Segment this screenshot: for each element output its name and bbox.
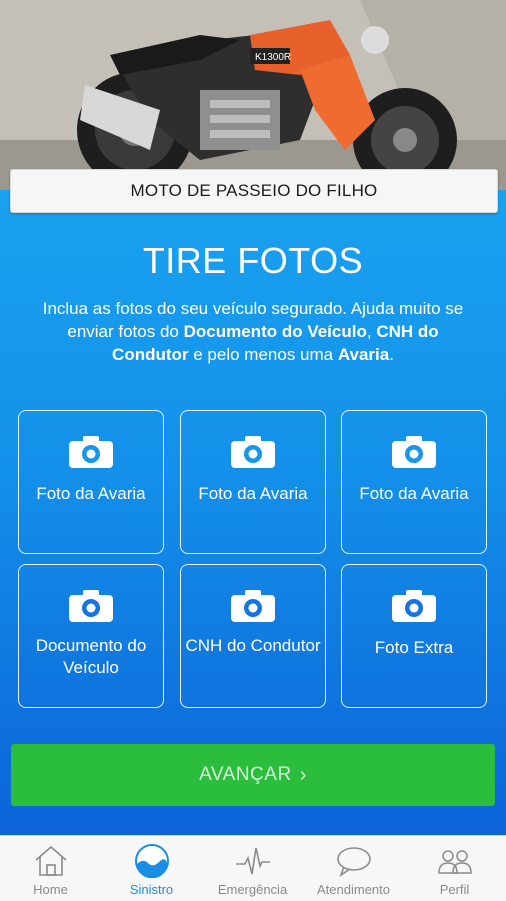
tab-label: Perfil (439, 882, 470, 897)
page-title: TIRE FOTOS (142, 240, 364, 281)
wave-icon (134, 844, 169, 878)
photo-card-avaria-3[interactable]: Foto da Avaria (341, 410, 487, 554)
home-icon (34, 845, 67, 876)
tab-label: Home (33, 882, 68, 897)
photo-card-label: Documento do Veículo (35, 636, 147, 677)
tab-label: Sinistro (129, 882, 174, 897)
photo-card-label: Foto da Avaria (198, 484, 308, 503)
camera-icon (392, 590, 436, 622)
bottom-tab-bar: Home Sinistro Emergência Atendimento Per… (0, 835, 506, 901)
camera-icon (69, 590, 113, 622)
tab-atendimento[interactable]: Atendimento (303, 836, 404, 901)
tab-home[interactable]: Home (0, 836, 101, 901)
photo-card-label: CNH do Condutor (185, 636, 321, 655)
tab-label: Atendimento (317, 882, 390, 897)
photo-card-cnh[interactable]: CNH do Condutor (180, 564, 326, 708)
camera-icon (231, 436, 275, 468)
photo-card-avaria-1[interactable]: Foto da Avaria (18, 410, 164, 554)
tab-sinistro[interactable]: Sinistro (101, 836, 202, 901)
vehicle-name-bar[interactable]: MOTO DE PASSEIO DO FILHO (10, 169, 498, 213)
camera-icon (231, 590, 275, 622)
tab-emergencia[interactable]: Emergência (202, 836, 303, 901)
vehicle-name: MOTO DE PASSEIO DO FILHO (130, 181, 378, 200)
tab-perfil[interactable]: Perfil (404, 836, 505, 901)
photo-card-extra[interactable]: Foto Extra (341, 564, 487, 708)
photo-card-label: Foto Extra (374, 638, 454, 657)
photo-card-documento[interactable]: Documento do Veículo (18, 564, 164, 708)
people-icon (437, 850, 472, 874)
advance-button[interactable]: AVANÇAR › (11, 744, 495, 806)
heartbeat-icon (235, 847, 270, 875)
motorcycle-illustration: K1300R (0, 0, 506, 190)
chevron-right-icon: › (299, 763, 307, 786)
chat-bubble-icon (336, 847, 371, 878)
svg-text:K1300R: K1300R (255, 52, 291, 63)
tab-label: Emergência (217, 882, 288, 897)
hero-motorcycle-image: K1300R (0, 0, 506, 190)
camera-icon (69, 436, 113, 468)
photo-card-label: Foto da Avaria (359, 484, 469, 503)
photo-card-label: Foto da Avaria (36, 484, 146, 503)
photo-card-avaria-2[interactable]: Foto da Avaria (180, 410, 326, 554)
camera-icon (392, 436, 436, 468)
advance-button-label: AVANÇAR (199, 764, 292, 785)
instructions-text: Inclua as fotos do seu veículo segurado.… (42, 299, 464, 364)
